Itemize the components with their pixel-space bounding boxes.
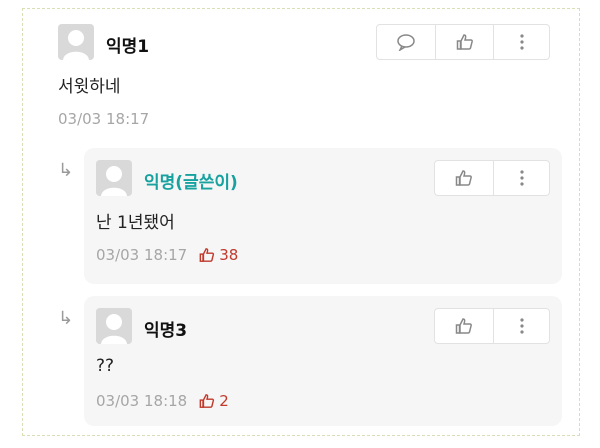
like-count-value: 38 xyxy=(219,246,239,264)
more-vertical-icon xyxy=(519,318,524,334)
reply-card: 익명(글쓴이) 난 1년됐어 03/03 18:17 38 xyxy=(84,148,562,284)
like-button[interactable] xyxy=(435,25,493,59)
thumbs-up-icon xyxy=(455,170,472,186)
like-count-value: 2 xyxy=(219,392,229,410)
comment-author: 익명1 xyxy=(106,37,150,57)
comment-icon xyxy=(397,34,415,51)
reply-actions xyxy=(434,160,550,196)
reply-arrow-icon: ↳ xyxy=(58,308,74,329)
reply-card: 익명3 ?? 03/03 18:18 2 xyxy=(84,296,562,426)
reply-button[interactable] xyxy=(377,25,435,59)
avatar[interactable] xyxy=(96,160,132,196)
thumbs-up-icon xyxy=(199,248,215,262)
reply-text: 난 1년됐어 xyxy=(96,213,175,233)
reply-timestamp: 03/03 18:18 xyxy=(96,392,188,410)
comment-text: 서윗하네 xyxy=(58,77,121,97)
reply-text: ?? xyxy=(96,356,115,376)
more-vertical-icon xyxy=(519,34,524,50)
comment-actions xyxy=(376,24,550,60)
more-button[interactable] xyxy=(493,25,549,59)
thumbs-up-icon xyxy=(199,394,215,408)
more-button[interactable] xyxy=(493,161,549,195)
like-count: 38 xyxy=(199,246,238,264)
thumbs-up-icon xyxy=(456,34,473,50)
more-button[interactable] xyxy=(493,309,549,343)
reply-meta: 03/03 18:17 38 xyxy=(96,246,238,264)
avatar[interactable] xyxy=(96,308,132,344)
thumbs-up-icon xyxy=(455,318,472,334)
reply-author: 익명3 xyxy=(144,321,188,341)
comment-timestamp: 03/03 18:17 xyxy=(58,110,150,128)
reply-actions xyxy=(434,308,550,344)
like-count: 2 xyxy=(199,392,229,410)
reply-timestamp: 03/03 18:17 xyxy=(96,246,188,264)
avatar[interactable] xyxy=(58,24,94,60)
reply-meta: 03/03 18:18 2 xyxy=(96,392,229,410)
like-button[interactable] xyxy=(435,161,493,195)
like-button[interactable] xyxy=(435,309,493,343)
reply-arrow-icon: ↳ xyxy=(58,160,74,181)
reply-author: 익명(글쓴이) xyxy=(144,173,238,193)
more-vertical-icon xyxy=(519,170,524,186)
